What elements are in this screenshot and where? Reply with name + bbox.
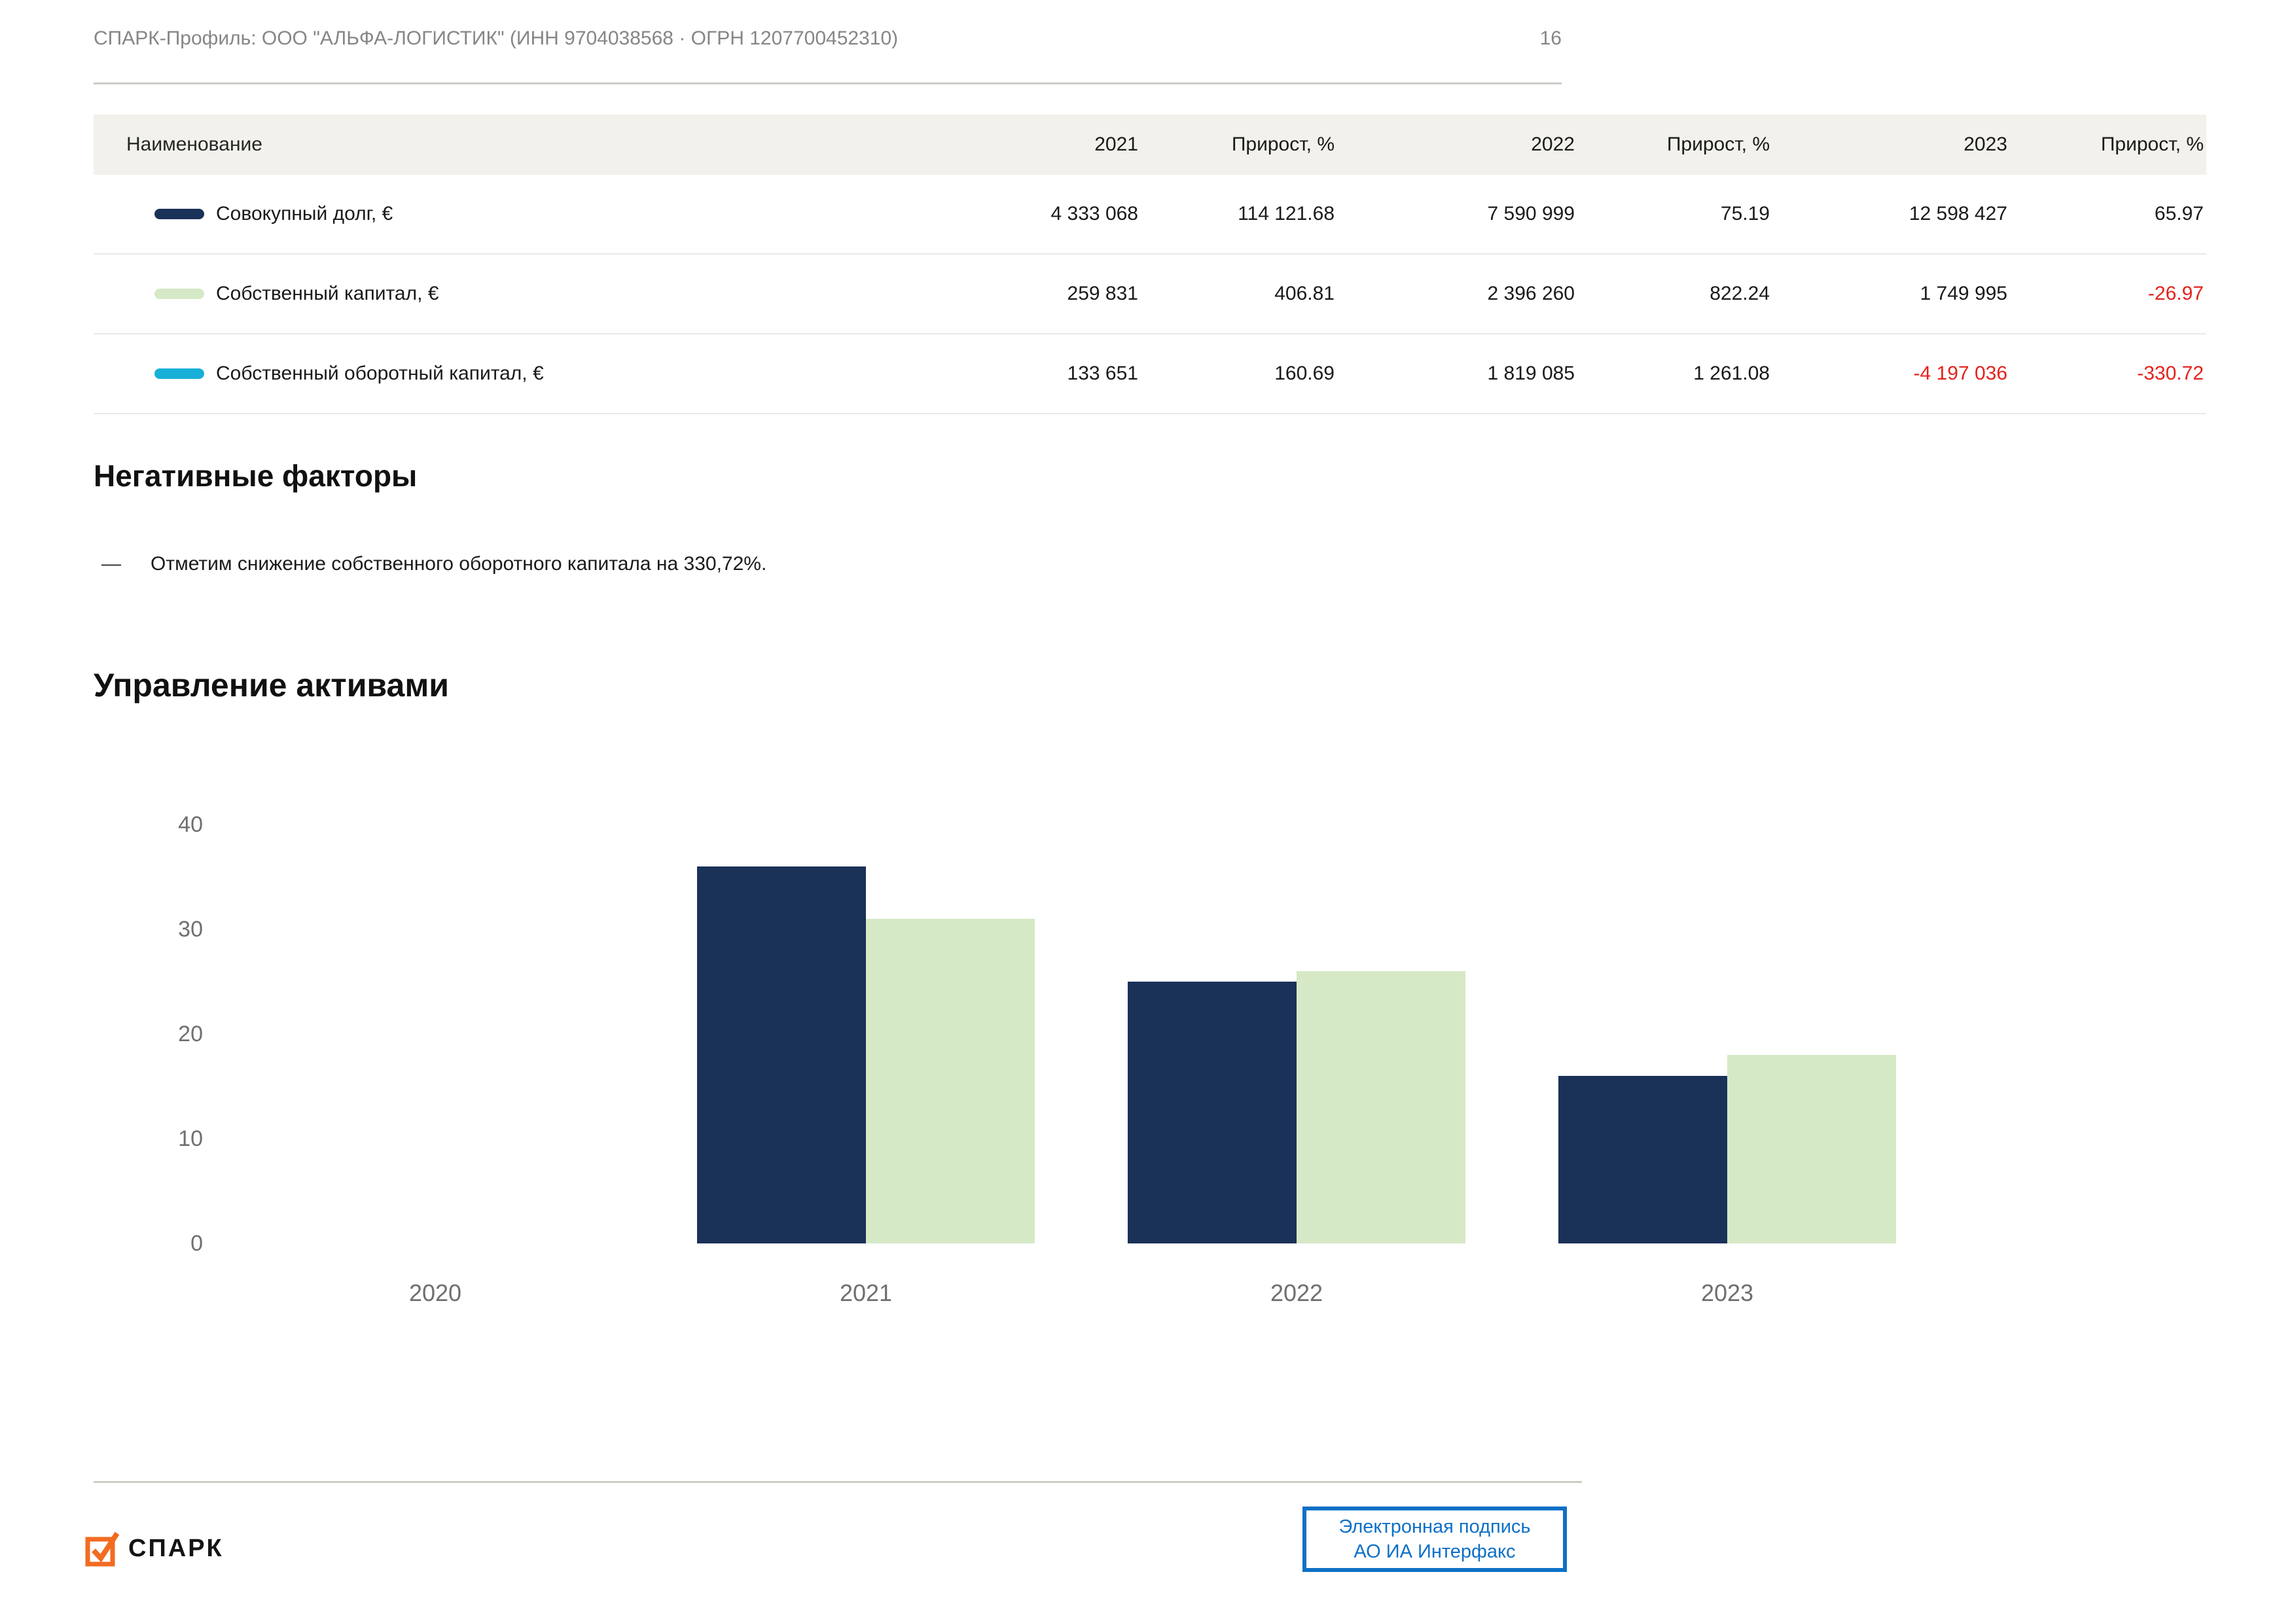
spark-checkbox-icon <box>85 1530 119 1567</box>
bar-dark-navy-bars-2022 <box>1128 982 1297 1243</box>
chart-x-axis: 2020202120222023 <box>220 1279 1943 1307</box>
bar-dark-navy-bars-2023 <box>1558 1076 1727 1243</box>
value-cell: -26.97 <box>2010 283 2206 305</box>
value-cell: 4 333 068 <box>944 203 1141 225</box>
row-name-cell: Совокупный долг, € <box>94 203 944 225</box>
chart-plot-area <box>220 772 1943 1243</box>
value-cell: 259 831 <box>944 283 1141 305</box>
value-cell: 160.69 <box>1141 363 1337 385</box>
column-header: Прирост, % <box>1141 134 1337 156</box>
column-header-name: Наименование <box>94 134 944 156</box>
chart-y-axis: 010203040 <box>0 772 203 1243</box>
negative-factors-heading: Негативные факторы <box>94 458 417 493</box>
report-page: СПАРК-Профиль: ООО "АЛЬФА-ЛОГИСТИК" (ИНН… <box>0 0 2296 1623</box>
asset-management-chart: 0 10 20 30 40 2020202120222023 <box>0 772 1996 1348</box>
value-cell: 1 261.08 <box>1577 363 1772 385</box>
report-title: СПАРК-Профиль: ООО "АЛЬФА-ЛОГИСТИК" (ИНН… <box>94 27 898 50</box>
negative-factor-item: — Отметим снижение собственного оборотно… <box>101 553 766 575</box>
table-row: Совокупный долг, € 4 333 068114 121.687 5… <box>94 175 2206 255</box>
row-label: Собственный оборотный капитал, € <box>216 363 544 385</box>
value-cell: 406.81 <box>1141 283 1337 305</box>
y-tick-label: 0 <box>0 1232 203 1255</box>
value-cell: 7 590 999 <box>1337 203 1577 225</box>
page-header: СПАРК-Профиль: ООО "АЛЬФА-ЛОГИСТИК" (ИНН… <box>94 27 1562 50</box>
digital-signature-stamp[interactable]: Электронная подпись АО ИА Интерфакс <box>1302 1507 1567 1572</box>
bar-group-2023 <box>1512 772 1943 1243</box>
y-tick-label: 40 <box>0 813 203 836</box>
bar-group-2020 <box>220 772 651 1243</box>
row-label: Совокупный долг, € <box>216 203 393 225</box>
table-row: Собственный оборотный капитал, €133 6511… <box>94 334 2206 414</box>
bar-light-green-bars-2021 <box>866 919 1035 1243</box>
bullet-dash: — <box>101 553 151 575</box>
y-tick-label: 10 <box>0 1128 203 1150</box>
x-tick-label: 2021 <box>651 1279 1081 1307</box>
column-header: 2023 <box>1772 134 2010 156</box>
signature-line-1: Электронная подпись <box>1338 1514 1530 1539</box>
value-cell: 114 121.68 <box>1141 203 1337 225</box>
row-label: Собственный капитал, € <box>216 283 439 305</box>
y-tick-label: 30 <box>0 918 203 940</box>
bar-light-green-bars-2022 <box>1297 971 1465 1243</box>
y-tick-label: 20 <box>0 1023 203 1045</box>
bar-group-2021 <box>651 772 1081 1243</box>
table-header-row: Наименование2021Прирост, %2022Прирост, %… <box>94 115 2206 175</box>
row-name-cell: Собственный оборотный капитал, € <box>94 363 944 385</box>
table-row: Собственный капитал, € 259 831406.812 396… <box>94 255 2206 334</box>
value-cell: 1 749 995 <box>1772 283 2010 305</box>
x-tick-label: 2022 <box>1081 1279 1512 1307</box>
bar-light-green-bars-2023 <box>1727 1055 1896 1243</box>
signature-line-2: АО ИА Интерфакс <box>1354 1539 1515 1564</box>
page-number: 16 <box>1540 27 1562 50</box>
column-header: 2022 <box>1337 134 1577 156</box>
value-cell: -4 197 036 <box>1772 363 2010 385</box>
legend-swatch <box>154 209 204 219</box>
row-name-cell: Собственный капитал, € <box>94 283 944 305</box>
spark-logo-text: СПАРК <box>128 1535 224 1563</box>
bar-group-2022 <box>1081 772 1512 1243</box>
value-cell: 822.24 <box>1577 283 1772 305</box>
column-header: Прирост, % <box>2010 134 2206 156</box>
table-body: Совокупный долг, € 4 333 068114 121.687 5… <box>94 175 2206 414</box>
value-cell: -330.72 <box>2010 363 2206 385</box>
header-divider <box>94 82 1562 84</box>
spark-logo: СПАРК <box>85 1530 224 1567</box>
footer-divider <box>94 1481 1582 1483</box>
value-cell: 12 598 427 <box>1772 203 2010 225</box>
financial-table: Наименование2021Прирост, %2022Прирост, %… <box>94 115 2206 414</box>
asset-management-heading: Управление активами <box>94 666 449 704</box>
negative-factor-text: Отметим снижение собственного оборотного… <box>151 553 766 575</box>
value-cell: 75.19 <box>1577 203 1772 225</box>
legend-swatch <box>154 289 204 299</box>
legend-swatch <box>154 368 204 379</box>
x-tick-label: 2020 <box>220 1279 651 1307</box>
value-cell: 1 819 085 <box>1337 363 1577 385</box>
column-header: 2021 <box>944 134 1141 156</box>
value-cell: 65.97 <box>2010 203 2206 225</box>
column-header: Прирост, % <box>1577 134 1772 156</box>
bar-dark-navy-bars-2021 <box>697 866 866 1243</box>
x-tick-label: 2023 <box>1512 1279 1943 1307</box>
value-cell: 133 651 <box>944 363 1141 385</box>
value-cell: 2 396 260 <box>1337 283 1577 305</box>
